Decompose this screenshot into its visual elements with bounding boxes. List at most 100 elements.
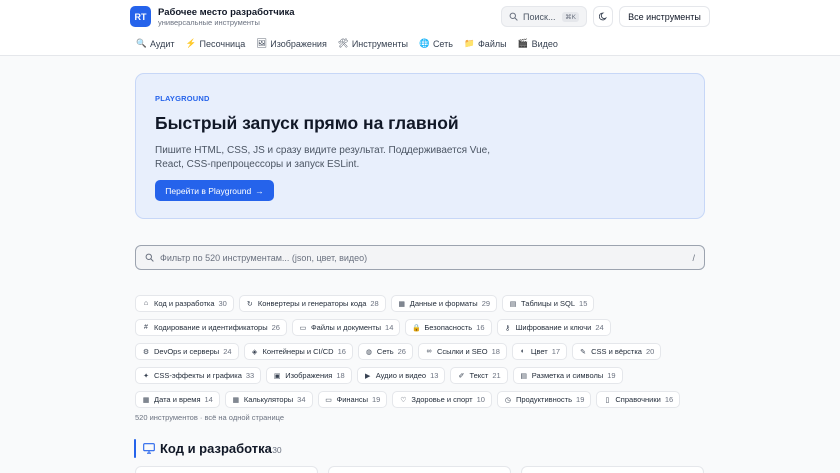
category-chip[interactable]: ▶ Аудио и видео 13 <box>356 367 446 384</box>
category-chip[interactable]: ◈ Контейнеры и CI/CD 16 <box>243 343 353 360</box>
category-chip[interactable]: ▦ Дата и время 14 <box>135 391 220 408</box>
nav-item-1[interactable]: ⚡ Песочница <box>186 38 246 49</box>
heart-icon: ♡ <box>400 396 407 404</box>
category-chip-count: 16 <box>476 323 485 332</box>
nav-item-label: Сеть <box>432 38 453 49</box>
category-chip-label: DevOps и серверы <box>154 347 220 356</box>
nav-icon: 📁 <box>463 38 475 48</box>
category-chip-label: Код и разработка <box>154 299 215 308</box>
category-chip-count: 19 <box>607 371 616 380</box>
refresh-icon: ↻ <box>246 300 253 308</box>
box-icon: ◈ <box>251 348 258 356</box>
category-chip-label: Безопасность <box>424 323 473 332</box>
category-chip-label: Цвет <box>530 347 548 356</box>
category-chip-count: 19 <box>576 395 585 404</box>
nav-item-5[interactable]: 📁 Файлы <box>464 38 507 49</box>
nav-icon: 🖼 <box>256 38 268 48</box>
category-chip-label: Дата и время <box>154 395 201 404</box>
category-chip[interactable]: ✐ Текст 21 <box>450 367 508 384</box>
category-chip[interactable]: ⚙ DevOps и серверы 24 <box>135 343 239 360</box>
playground-hero-card: PLAYGROUND Быстрый запуск прямо на главн… <box>135 73 705 219</box>
code-icon: ⌂ <box>143 300 149 307</box>
category-chip[interactable]: # Кодирование и идентификаторы 26 <box>135 319 287 336</box>
category-chip[interactable]: ▭ Финансы 19 <box>317 391 388 408</box>
all-tools-button[interactable]: Все инструменты <box>619 6 710 27</box>
calculator-icon: ▦ <box>232 396 240 404</box>
moon-icon <box>598 12 607 21</box>
nav-item-0[interactable]: 🔍 Аудит <box>136 38 175 49</box>
category-chip-label: CSS и вёрстка <box>591 347 642 356</box>
category-chip-count: 24 <box>223 347 232 356</box>
app-title[interactable]: Рабочее место разработчика <box>158 7 295 18</box>
nav-item-3[interactable]: 🛠 Инструменты <box>338 38 408 49</box>
category-chip-label: Продуктивность <box>515 395 573 404</box>
tools-summary: 520 инструментов · всё на одной странице <box>135 413 285 422</box>
tool-card[interactable] <box>135 466 318 473</box>
category-chip[interactable]: ▭ Файлы и документы 14 <box>291 319 401 336</box>
nav-item-label: Файлы <box>477 38 507 49</box>
gear-icon: ⚙ <box>142 348 150 356</box>
global-search-button[interactable]: Поиск... ⌘K <box>501 6 587 27</box>
nav-item-label: Инструменты <box>351 38 408 49</box>
go-to-playground-button[interactable]: Перейти в Playground → <box>155 180 274 201</box>
category-chip-list: ⌂ Код и разработка 30 ↻ Конвертеры и генерат… <box>135 295 710 408</box>
category-chip[interactable]: ◍ Сеть 26 <box>357 343 413 360</box>
category-chip-label: Ссылки и SEO <box>436 347 488 356</box>
category-chip[interactable]: 🔒 Безопасность 16 <box>405 319 492 336</box>
category-chip-label: Контейнеры и CI/CD <box>262 347 334 356</box>
tool-card[interactable] <box>521 466 704 473</box>
app-subtitle: универсальные инструменты <box>158 18 260 27</box>
theme-toggle-button[interactable] <box>593 6 613 27</box>
pen-icon: ✐ <box>458 372 465 380</box>
palette-icon: ◐ <box>520 348 526 355</box>
tool-card[interactable] <box>328 466 511 473</box>
category-chip[interactable]: ▯ Справочники 16 <box>596 391 681 408</box>
category-chip[interactable]: ⚷ Шифрование и ключи 24 <box>496 319 611 336</box>
category-chip[interactable]: ▦ Данные и форматы 29 <box>390 295 498 312</box>
data-icon: ▦ <box>398 300 406 308</box>
category-chip-count: 26 <box>397 347 406 356</box>
category-chip-label: Конвертеры и генераторы кода <box>257 299 367 308</box>
category-chip[interactable]: ◐ Цвет 17 <box>511 343 568 360</box>
search-icon <box>145 253 154 262</box>
category-chip-count: 21 <box>492 371 501 380</box>
category-chip-count: 16 <box>337 347 346 356</box>
tool-filter-input[interactable]: Фильтр по 520 инструментам... (json, цве… <box>135 245 705 270</box>
section-count: · 30 <box>267 445 282 455</box>
category-chip-count: 13 <box>430 371 439 380</box>
category-chip[interactable]: ∞ Ссылки и SEO 18 <box>417 343 507 360</box>
category-chip[interactable]: ♡ Здоровье и спорт 10 <box>392 391 492 408</box>
nav-item-6[interactable]: 🎬 Видео <box>518 38 558 49</box>
key-icon: ⚷ <box>504 324 511 332</box>
category-chip-count: 20 <box>645 347 655 356</box>
search-label: Поиск... <box>523 11 556 22</box>
category-chip[interactable]: ↻ Конвертеры и генераторы кода 28 <box>238 295 386 312</box>
category-chip-label: Сеть <box>376 347 394 356</box>
category-chip[interactable]: ◷ Продуктивность 19 <box>496 391 592 408</box>
arrow-right-icon: → <box>255 185 264 196</box>
category-chip[interactable]: ▤ Разметка и символы 19 <box>512 367 623 384</box>
brush-icon: ✎ <box>580 348 586 356</box>
hero-title: Быстрый запуск прямо на главной <box>155 113 459 133</box>
video-icon: ▶ <box>365 372 371 380</box>
category-chip-count: 10 <box>476 395 485 404</box>
search-shortcut-badge: ⌘K <box>562 11 579 22</box>
section-accent-bar <box>134 439 136 458</box>
category-chip-count: 26 <box>271 323 280 332</box>
category-chip[interactable]: ▣ Изображения 18 <box>266 367 352 384</box>
app-logo[interactable]: RT <box>130 6 151 27</box>
hero-tag: PLAYGROUND <box>155 94 210 103</box>
category-chip-label: Справочники <box>615 395 661 404</box>
category-chip[interactable]: ✦ CSS-эффекты и графика 33 <box>135 367 262 384</box>
category-chip-label: Изображения <box>285 371 333 380</box>
nav-item-label: Аудит <box>150 38 175 49</box>
category-chip[interactable]: ▦ Калькуляторы 34 <box>224 391 313 408</box>
category-chip[interactable]: ⌂ Код и разработка 30 <box>135 295 234 312</box>
nav-item-4[interactable]: 🌐 Сеть <box>419 38 453 49</box>
nav-item-label: Изображения <box>270 38 327 49</box>
category-chip[interactable]: ▤ Таблицы и SQL 15 <box>502 295 595 312</box>
category-chip[interactable]: ✎ CSS и вёрстка 20 <box>572 343 662 360</box>
doc-icon: ▤ <box>509 300 517 308</box>
clock-icon: ◷ <box>504 396 511 404</box>
nav-item-2[interactable]: 🖼 Изображения <box>256 38 327 49</box>
